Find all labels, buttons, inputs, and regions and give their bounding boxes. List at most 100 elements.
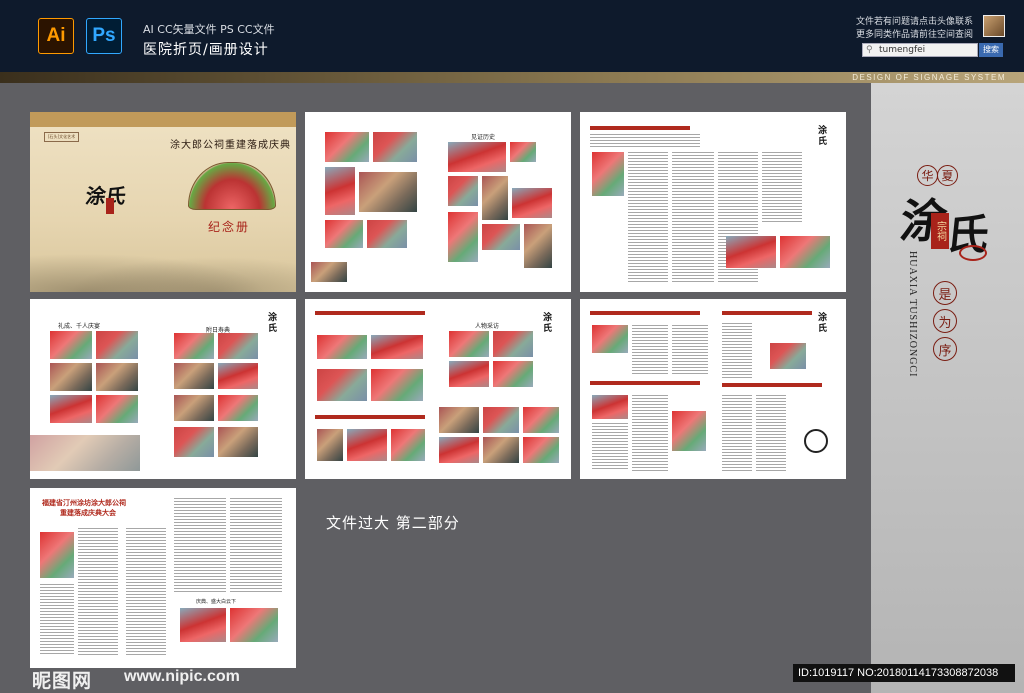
photo (449, 361, 489, 387)
photo (50, 331, 92, 359)
ink-house-ornament (30, 435, 140, 471)
speaker-photo (592, 325, 628, 353)
cover-title: 涂大郎公祠重建落成庆典 (170, 140, 291, 151)
photo (218, 427, 258, 457)
photo (482, 224, 520, 250)
photo (325, 132, 369, 162)
motto-circle-2: 为 (933, 309, 957, 333)
article-headline (590, 381, 700, 385)
image-id-bar: ID:1019117 NO:20180114173308872038 (793, 664, 1015, 682)
photo (524, 224, 552, 268)
brand-seal: 宗祠 (931, 213, 949, 249)
article-headline (722, 311, 812, 315)
photo (371, 335, 423, 359)
article-headline (590, 126, 690, 130)
text-block (230, 498, 282, 594)
file-size-note: 文件过大 第二部分 (326, 514, 460, 532)
photo (439, 437, 479, 463)
page-title: 礼成、千人庆宴 (58, 323, 101, 330)
text-block (590, 134, 700, 148)
article-headline (590, 311, 700, 315)
photo (96, 395, 138, 423)
photo (523, 407, 559, 433)
headline-line-1: 福建省汀州涂坊涂大郎公祠 (42, 499, 126, 507)
notice-line-1: 文件若有问题请点击头像联系 (856, 17, 974, 27)
photo (371, 369, 423, 401)
photo (391, 429, 425, 461)
top-header: Ai Ps AI CC矢量文件 PS CC文件 医院折页/画册设计 文件若有问题… (0, 0, 1024, 72)
photo (493, 331, 533, 357)
section-headline (315, 311, 425, 315)
brand-panel: 华 夏 涂 氏 宗祠 HUAXIA TUSHIZONGCI 是 为 序 (871, 83, 1024, 693)
interview-page: 人物采访 涂氏 (305, 299, 571, 479)
speaker-photo (592, 395, 628, 419)
page-title: 人物采访 (475, 323, 500, 330)
search-button[interactable]: 搜索 (979, 43, 1003, 57)
headline-line-2: 重建落成庆典大会 (60, 509, 116, 517)
speaker-photo (40, 532, 74, 578)
illustrator-icon: Ai (38, 18, 74, 54)
author-avatar[interactable] (983, 15, 1005, 37)
photo (317, 335, 367, 359)
photo (482, 176, 508, 220)
fan-photo (188, 162, 276, 210)
photo (230, 608, 278, 642)
cloud-ornament-icon (959, 245, 987, 261)
photo (96, 363, 138, 391)
motto-circle-1: 是 (933, 281, 957, 305)
speaker-photo (592, 152, 624, 196)
motto-circle-3: 序 (933, 337, 957, 361)
tu-shi-seal: 涂氏 (818, 313, 828, 334)
section-headline (315, 415, 425, 419)
photo (174, 395, 214, 421)
photo (448, 142, 506, 172)
photo (174, 333, 214, 359)
photo (50, 363, 92, 391)
ceremony-page: 福建省汀州涂坊涂大郎公祠 重建落成庆典大会 庆典、盛大白云下 (30, 488, 296, 668)
text-block (672, 152, 714, 284)
band-caption: DESIGN OF SIGNAGE SYSTEM (852, 73, 1006, 82)
cover-top-band (30, 112, 296, 127)
search-input[interactable] (862, 43, 978, 57)
nipic-url[interactable]: www.nipic.com (124, 668, 240, 686)
cover-memo-title: 纪念册 (208, 220, 251, 234)
category-title: 医院折页/画册设计 (143, 42, 269, 58)
article-page-2: 涂氏 (580, 299, 846, 479)
cover-seal (106, 198, 114, 214)
brand-xia-circle: 夏 (937, 165, 958, 186)
text-block (174, 498, 226, 594)
brand-pinyin: HUAXIA TUSHIZONGCI (907, 251, 918, 378)
article-headline (722, 383, 822, 387)
text-block (632, 325, 668, 375)
tu-shi-seal: 涂氏 (268, 313, 278, 334)
photo (367, 220, 407, 248)
photo-spread-page: 见证历史 (305, 112, 571, 292)
search-icon: ⚲ (866, 45, 873, 55)
photo (449, 331, 489, 357)
cover-tag: [石头]文化艺术 (44, 132, 80, 142)
photo (317, 429, 343, 461)
photo (439, 407, 479, 433)
tu-shi-seal: 涂氏 (818, 126, 828, 147)
photo (174, 427, 214, 457)
text-block (672, 325, 708, 375)
software-info: AI CC矢量文件 PS CC文件 (143, 23, 275, 36)
text-block (78, 528, 118, 656)
text-block (592, 423, 628, 471)
photo (359, 172, 417, 212)
photoshop-icon: Ps (86, 18, 122, 54)
text-block (762, 152, 802, 222)
photo (347, 429, 387, 461)
photo (50, 395, 92, 423)
photo (448, 176, 478, 206)
notice-text: 文件若有问题请点击头像联系 更多同类作品请前往空间查阅 (856, 16, 980, 42)
photo (325, 167, 355, 215)
notice-line-2: 更多同类作品请前往空间查阅 (856, 30, 974, 40)
photo (726, 236, 776, 268)
photo (96, 331, 138, 359)
photo (493, 361, 533, 387)
photo (218, 363, 258, 389)
text-block (40, 584, 74, 656)
photo (325, 220, 363, 248)
tu-shi-seal: 涂氏 (543, 313, 553, 334)
